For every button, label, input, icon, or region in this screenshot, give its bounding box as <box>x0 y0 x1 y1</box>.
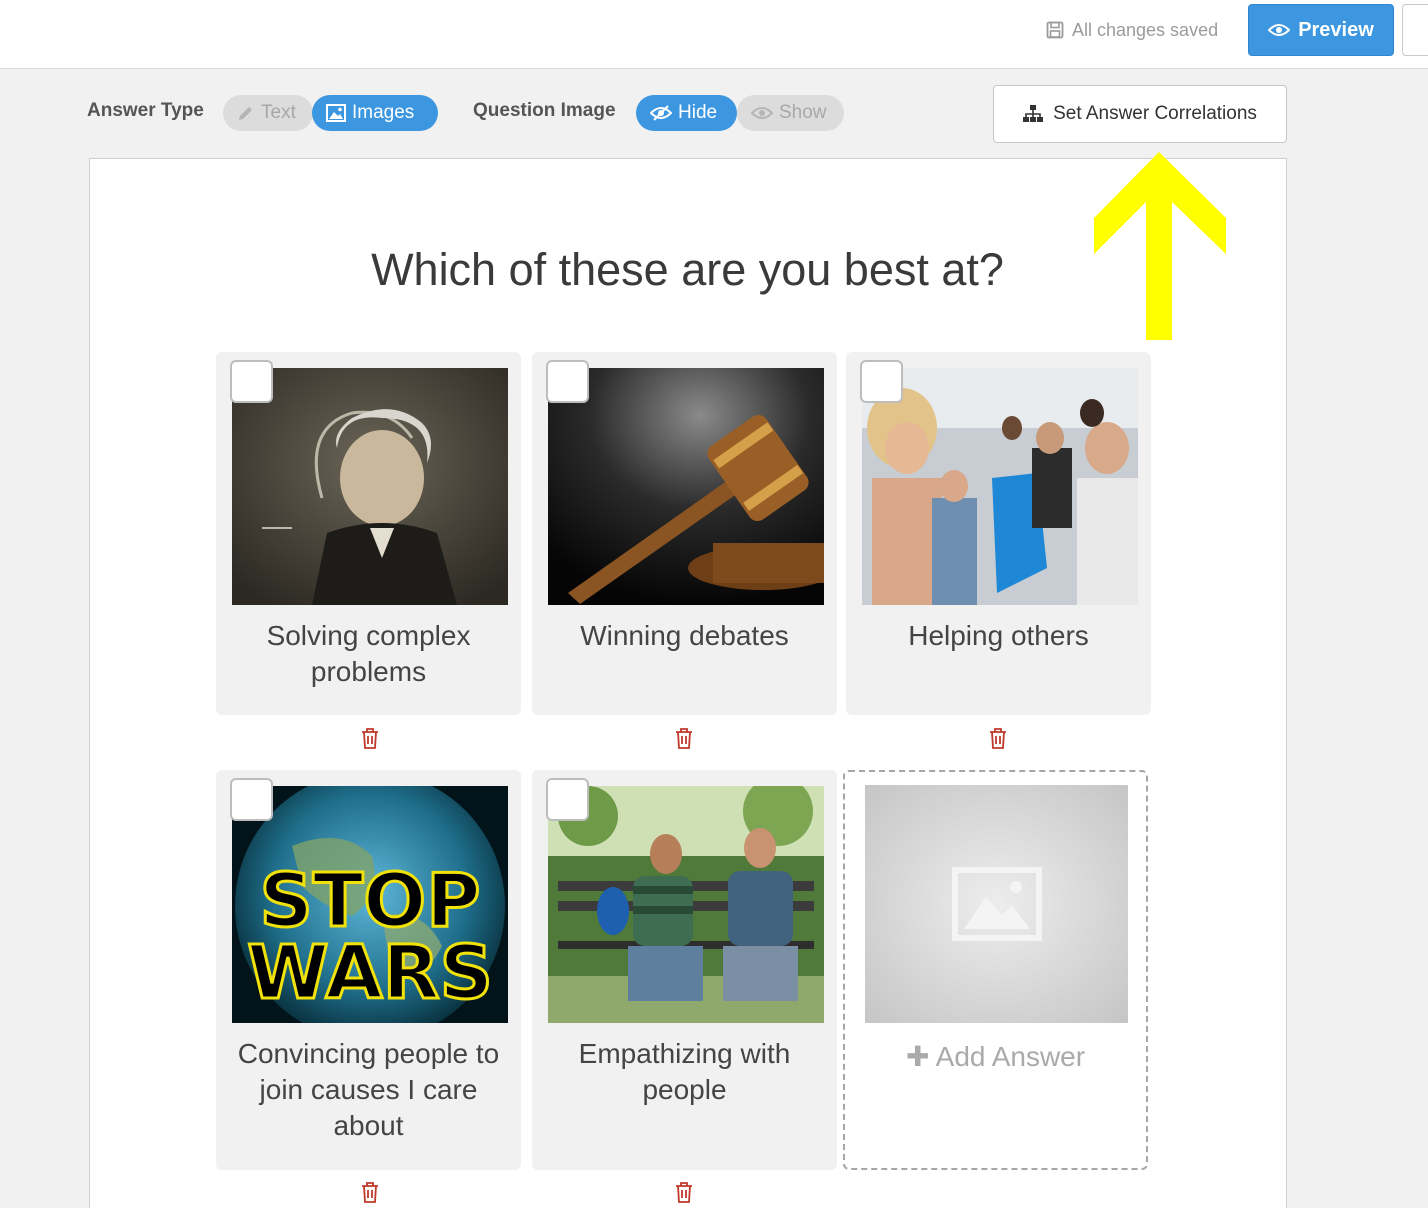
answer-type-label: Answer Type <box>87 100 204 121</box>
image-placeholder[interactable] <box>865 785 1128 1023</box>
gavel-photo <box>548 368 824 605</box>
answer-label[interactable]: Solving complex problems <box>226 618 511 690</box>
answer-checkbox[interactable] <box>230 778 273 821</box>
trash-icon[interactable] <box>674 727 694 749</box>
answer-image[interactable]: STOP WARS <box>232 786 508 1023</box>
trash-icon[interactable] <box>988 727 1008 749</box>
question-image-show-toggle[interactable]: Show <box>737 95 844 131</box>
answer-checkbox[interactable] <box>230 360 273 403</box>
question-title: Which of these are you best at? <box>371 244 1004 295</box>
svg-text:WARS: WARS <box>247 930 493 1016</box>
answer-card[interactable]: STOP WARS Convincing people to join caus… <box>216 770 521 1170</box>
answer-checkbox[interactable] <box>860 360 903 403</box>
set-answer-correlations-button[interactable]: Set Answer Correlations <box>993 85 1287 143</box>
answer-label[interactable]: Helping others <box>856 618 1141 654</box>
preview-label: Preview <box>1298 18 1374 41</box>
trash-icon[interactable] <box>674 1181 694 1203</box>
plus-icon: ✚ <box>905 1041 930 1072</box>
eye-icon <box>751 107 773 119</box>
question-image-show-label: Show <box>779 102 827 123</box>
answer-image[interactable] <box>232 368 508 605</box>
answer-label[interactable]: Winning debates <box>542 618 827 654</box>
answer-checkbox[interactable] <box>546 360 589 403</box>
stop-wars-earth-graphic: STOP WARS <box>232 786 508 1023</box>
answer-label[interactable]: Convincing people to join causes I care … <box>226 1036 511 1144</box>
eye-slash-icon <box>650 105 672 121</box>
answer-checkbox[interactable] <box>546 778 589 821</box>
pencil-icon <box>239 107 252 120</box>
add-answer-button[interactable]: ✚ Add Answer <box>845 1040 1146 1073</box>
question-image-label: Question Image <box>473 100 616 121</box>
set-answer-correlations-label: Set Answer Correlations <box>1053 103 1257 124</box>
question-image-hide-label: Hide <box>678 102 718 123</box>
answer-card[interactable]: Empathizing with people <box>532 770 837 1170</box>
eye-icon <box>1268 24 1291 36</box>
trash-icon[interactable] <box>360 1181 380 1203</box>
answer-type-images-toggle[interactable]: Images <box>312 95 438 131</box>
answer-image[interactable] <box>548 786 824 1023</box>
volunteers-children-photo <box>862 368 1138 605</box>
answer-card[interactable]: Solving complex problems <box>216 352 521 715</box>
answer-type-images-label: Images <box>352 102 415 123</box>
answer-card[interactable]: Helping others <box>846 352 1151 715</box>
answer-card[interactable]: Winning debates <box>532 352 837 715</box>
add-answer-label: Add Answer <box>935 1041 1086 1072</box>
save-status: All changes saved <box>1046 18 1218 42</box>
answer-type-text-label: Text <box>261 102 296 123</box>
answer-label[interactable]: Empathizing with people <box>542 1036 827 1108</box>
einstein-chalkboard-photo <box>232 368 508 605</box>
floppy-disk-icon <box>1046 21 1064 39</box>
image-placeholder-icon <box>951 867 1042 941</box>
answer-image[interactable] <box>862 368 1138 605</box>
more-button[interactable] <box>1402 4 1428 56</box>
answer-type-text-toggle[interactable]: Text <box>223 95 313 131</box>
two-men-bench-photo <box>548 786 824 1023</box>
save-status-text: All changes saved <box>1072 19 1219 40</box>
sitemap-icon <box>1023 105 1044 122</box>
question-image-hide-toggle[interactable]: Hide <box>636 95 737 131</box>
answer-image[interactable] <box>548 368 824 605</box>
top-bar: All changes saved Preview <box>0 0 1428 69</box>
image-icon <box>326 104 346 122</box>
preview-button[interactable]: Preview <box>1248 4 1394 56</box>
trash-icon[interactable] <box>360 727 380 749</box>
add-answer-card[interactable]: ✚ Add Answer <box>843 770 1148 1170</box>
